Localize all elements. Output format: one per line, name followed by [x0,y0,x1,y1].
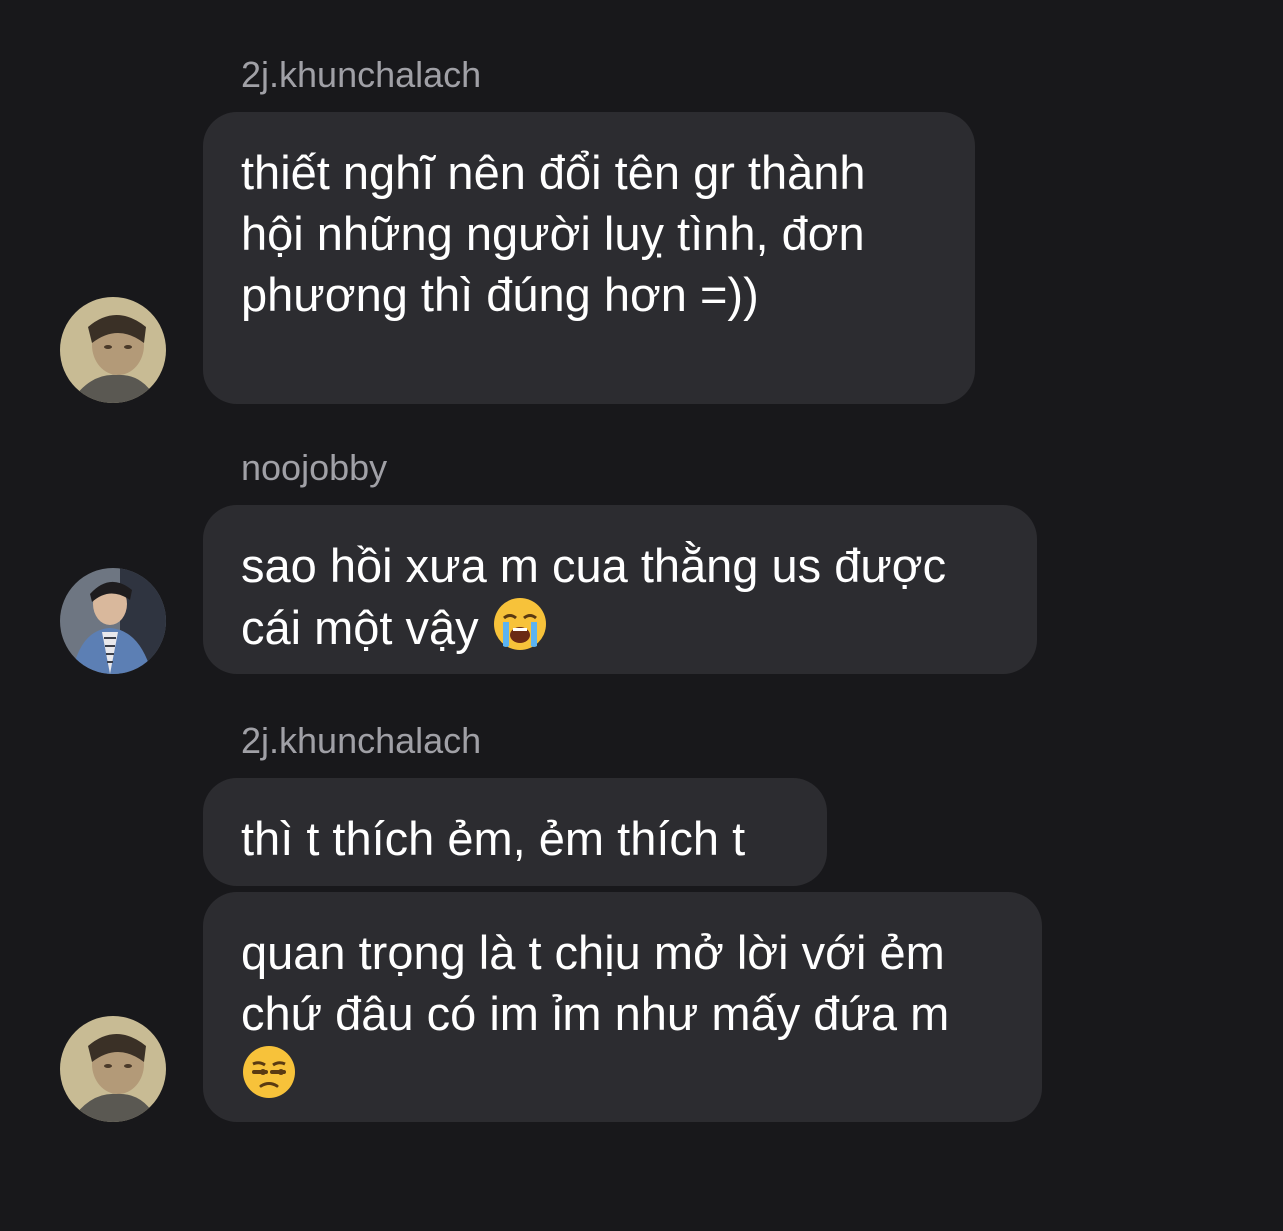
sender-username[interactable]: 2j.khunchalach [241,53,481,97]
message-bubble[interactable]: thì t thích ẻm, ẻm thích t [203,778,827,886]
message-text-line: sao hồi xưa m cua thằng us được [241,539,947,592]
message-bubble[interactable]: sao hồi xưa m cua thằng us được cái một … [203,505,1037,674]
sender-avatar[interactable] [60,568,166,674]
message-text-line: hội những người luỵ tình, đơn [241,207,865,260]
sender-username[interactable]: noojobby [241,446,387,490]
message-text-line: thiết nghĩ nên đổi tên gr thành [241,146,866,199]
loudly-crying-face-icon [492,596,548,652]
message-text-line [241,1044,1004,1106]
message-text-line: cái một vậy [241,596,999,658]
message-text-line: quan trọng là t chịu mở lời với ẻm [241,926,945,979]
sender-avatar[interactable] [60,1016,166,1122]
message-text-line: phương thì đúng hơn =)) [241,268,759,321]
message-bubble[interactable]: thiết nghĩ nên đổi tên gr thành hội nhữn… [203,112,975,404]
sender-avatar[interactable] [60,297,166,403]
message-text-line: chứ đâu có im ỉm như mấy đứa m [241,987,950,1040]
message-text-line: thì t thích ẻm, ẻm thích t [241,812,746,865]
message-bubble[interactable]: quan trọng là t chịu mở lời với ẻm chứ đ… [203,892,1042,1122]
unamused-face-icon [241,1044,297,1100]
sender-username[interactable]: 2j.khunchalach [241,719,481,763]
